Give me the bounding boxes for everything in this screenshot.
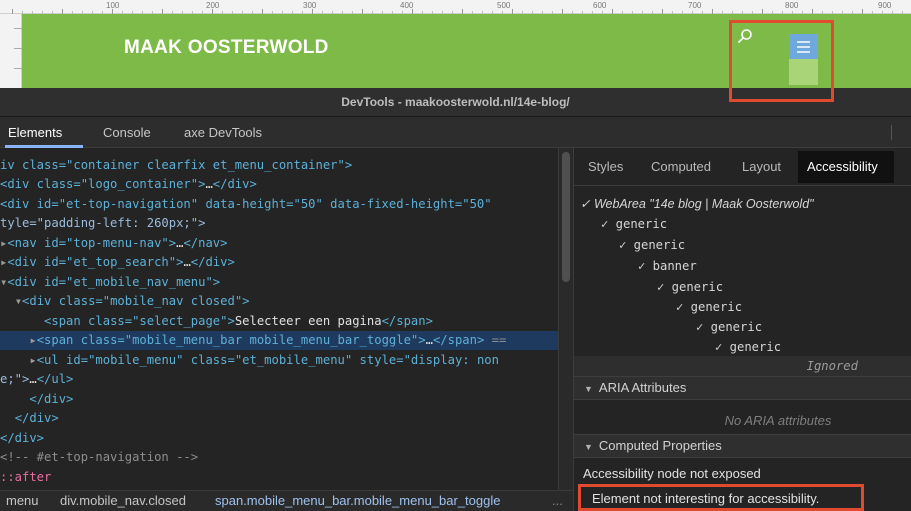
scrollbar-thumb[interactable] [562, 152, 570, 282]
annotation-box-message [578, 484, 864, 511]
breadcrumb-item[interactable]: div.mobile_nav.closed [60, 491, 186, 511]
breadcrumb: menu div.mobile_nav.closed span.mobile_m… [0, 490, 573, 511]
top-ruler: 100 200 300 400 500 600 700 800 900 [0, 0, 911, 14]
sidebar-panel: Styles Computed Layout Accessibility ✓ W… [573, 148, 911, 511]
code-line[interactable]: iv class="container clearfix et_menu_con… [0, 156, 573, 175]
a11y-tree-node[interactable]: ✓ generic [676, 297, 742, 317]
tabbar-divider [891, 125, 892, 140]
breadcrumb-item[interactable]: menu [6, 491, 39, 511]
tab-styles[interactable]: Styles [588, 148, 623, 186]
code-line[interactable]: </div> [0, 409, 573, 428]
tab-axe-devtools[interactable]: axe DevTools [184, 117, 262, 148]
expand-arrow-icon[interactable]: ▸ [29, 333, 36, 347]
ruler-tick-label: 700 [688, 1, 702, 10]
code-line[interactable]: ▾<div id="et_mobile_nav_menu"> [0, 273, 573, 292]
code-line[interactable]: ▸<ul id="mobile_menu" class="et_mobile_m… [0, 351, 573, 370]
aria-attributes-header[interactable]: ▼ ARIA Attributes [574, 376, 911, 400]
ruler-tick-label: 500 [497, 1, 511, 10]
elements-dom-tree[interactable]: iv class="container clearfix et_menu_con… [0, 148, 573, 490]
computed-properties-header[interactable]: ▼ Computed Properties [574, 434, 911, 458]
code-line[interactable]: e;">…</ul> [0, 370, 573, 389]
ruler-tick-label: 800 [785, 1, 799, 10]
code-line[interactable]: </div> [0, 390, 573, 409]
tab-accessibility[interactable]: Accessibility [807, 148, 878, 186]
code-line-partial [0, 148, 573, 156]
code-line[interactable]: <span class="select_page">Selecteer een … [0, 312, 573, 331]
collapse-arrow-icon[interactable]: ▾ [15, 294, 22, 308]
code-line[interactable]: <!-- #et-top-navigation --> [0, 448, 573, 467]
breadcrumb-item-selected[interactable]: span.mobile_menu_bar.mobile_menu_bar_tog… [215, 491, 500, 511]
code-line[interactable]: ::after [0, 468, 573, 487]
expand-arrow-icon[interactable]: ▸ [29, 353, 36, 367]
left-ruler [0, 14, 22, 88]
code-line[interactable]: ▾<div class="mobile_nav closed"> [0, 292, 573, 311]
collapse-triangle-icon: ▼ [584, 442, 593, 452]
code-line-selected[interactable]: ▸<span class="mobile_menu_bar mobile_men… [0, 331, 573, 350]
ruler-tick-label: 600 [593, 1, 607, 10]
a11y-tree-node[interactable]: ✓ generic [715, 337, 781, 357]
breadcrumb-more[interactable]: ... [552, 491, 563, 511]
code-line[interactable]: tyle="padding-left: 260px;"> [0, 214, 573, 233]
ruler-tick-label: 900 [878, 1, 892, 10]
code-line[interactable]: ▸<nav id="top-menu-nav">…</nav> [0, 234, 573, 253]
a11y-tree-node[interactable]: ✓ generic [601, 214, 667, 234]
a11y-tree-node[interactable]: ✓ generic [619, 235, 685, 255]
tab-console[interactable]: Console [103, 117, 151, 148]
annotation-box-menu [729, 20, 834, 102]
a11y-tree-ignored[interactable]: Ignored [574, 356, 911, 376]
sidebar-tabs: Styles Computed Layout Accessibility [574, 148, 911, 186]
ruler-tick-label: 300 [303, 1, 317, 10]
code-line[interactable]: ▸<div id="et_top_search">…</div> [0, 253, 573, 272]
site-logo-title[interactable]: MAAK OOSTERWOLD [124, 37, 329, 59]
code-line[interactable]: <div class="logo_container">…</div> [0, 175, 573, 194]
no-aria-message: No ARIA attributes [724, 413, 832, 428]
code-line[interactable]: </div> [0, 429, 573, 448]
devtools-tabbar: Elements Console axe DevTools [0, 117, 911, 148]
collapse-triangle-icon: ▼ [584, 384, 593, 394]
a11y-tree-node[interactable]: ✓ generic [696, 317, 762, 337]
tab-computed[interactable]: Computed [651, 148, 711, 186]
elements-scrollbar[interactable] [558, 148, 573, 490]
code-line[interactable]: <div id="et-top-navigation" data-height=… [0, 195, 573, 214]
not-exposed-message: Accessibility node not exposed [583, 466, 761, 481]
a11y-tree-node[interactable]: ✓ generic [657, 277, 723, 297]
tab-elements[interactable]: Elements [8, 117, 62, 148]
tab-layout[interactable]: Layout [742, 148, 781, 186]
a11y-tree-node[interactable]: ✓ banner [638, 256, 697, 276]
a11y-tree-webarea[interactable]: ✓ WebArea "14e blog | Maak Oosterwold" [580, 194, 814, 214]
